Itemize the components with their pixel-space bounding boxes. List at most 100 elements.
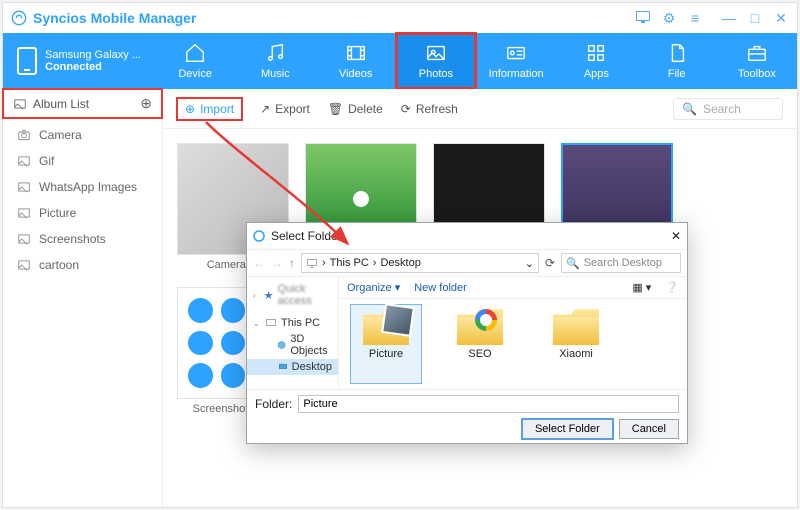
side-label: 3D Objects — [290, 333, 332, 357]
dialog-close-button[interactable]: ✕ — [671, 229, 681, 243]
side-label: Desktop — [292, 361, 332, 373]
refresh-icon: ⟳ — [401, 102, 411, 116]
search-input[interactable]: 🔍 Search — [673, 98, 783, 120]
device-name: Samsung Galaxy ... — [45, 49, 141, 61]
plus-circle-icon: ⊕ — [185, 102, 195, 116]
tab-file[interactable]: File — [637, 33, 717, 89]
tab-device[interactable]: Device — [155, 33, 235, 89]
sidebar-item-cartoon[interactable]: cartoon — [3, 252, 162, 278]
home-icon — [184, 42, 206, 64]
sidebar: Album List ⊕ Camera Gif WhatsApp Images … — [3, 89, 163, 507]
folder-item[interactable]: Xiaomi — [541, 307, 611, 381]
sidebar-item-picture[interactable]: Picture — [3, 200, 162, 226]
video-icon — [345, 42, 367, 64]
photo-icon — [425, 42, 447, 64]
sidebar-item-label: Camera — [39, 128, 82, 142]
grid-icon — [585, 42, 607, 64]
side-3d-objects[interactable]: 3D Objects — [247, 331, 338, 359]
breadcrumb[interactable]: Desktop — [380, 257, 420, 269]
this-pc[interactable]: ⌄This PC — [247, 315, 338, 331]
folder-list: Picture SEO Xiaomi — [339, 299, 687, 389]
back-button[interactable]: ← — [253, 256, 265, 270]
cube-icon — [277, 339, 286, 351]
folder-icon — [553, 307, 599, 345]
folder-name-input[interactable] — [298, 395, 679, 413]
up-button[interactable]: ↑ — [289, 256, 295, 270]
trash-icon: 🗑 — [328, 102, 343, 116]
export-button[interactable]: ↗Export — [260, 102, 310, 116]
app-title: Syncios Mobile Manager — [11, 10, 196, 26]
view-button[interactable]: ▦ ▾ — [632, 281, 651, 294]
pc-icon — [306, 257, 318, 269]
sidebar-item-label: Gif — [39, 154, 54, 168]
close-button[interactable]: ✕ — [773, 10, 789, 27]
sidebar-item-camera[interactable]: Camera — [3, 122, 162, 148]
refresh-button[interactable]: ⟳ — [545, 256, 555, 270]
minimize-button[interactable]: — — [721, 10, 737, 27]
sidebar-item-label: WhatsApp Images — [39, 180, 137, 194]
folder-icon — [363, 307, 409, 345]
title-bar: Syncios Mobile Manager ⚙ ≡ — □ ✕ — [3, 3, 797, 33]
sidebar-item-label: Picture — [39, 206, 76, 220]
breadcrumb[interactable]: This PC — [330, 257, 369, 269]
maximize-button[interactable]: □ — [747, 10, 763, 27]
side-desktop[interactable]: Desktop — [247, 359, 338, 375]
dialog-title-bar: Select Folder ✕ — [247, 223, 687, 249]
dialog-search[interactable]: 🔍 Search Desktop — [561, 253, 681, 273]
device-status[interactable]: Samsung Galaxy ... Connected — [3, 33, 155, 89]
settings-icon[interactable]: ⚙ — [661, 10, 677, 27]
address-bar[interactable]: › This PC › Desktop ⌄ — [301, 253, 539, 273]
tab-label: Device — [178, 68, 212, 80]
tab-photos[interactable]: Photos — [396, 33, 476, 89]
sidebar-title[interactable]: Album List ⊕ — [3, 89, 162, 118]
music-icon — [264, 42, 286, 64]
chevron-down-icon[interactable]: ⌄ — [525, 257, 534, 270]
menu-icon[interactable]: ≡ — [687, 10, 703, 26]
sidebar-item-gif[interactable]: Gif — [3, 148, 162, 174]
image-icon — [17, 232, 31, 246]
sidebar-item-whatsapp[interactable]: WhatsApp Images — [3, 174, 162, 200]
folder-item[interactable]: Picture — [351, 305, 421, 383]
help-button[interactable]: ❔ — [665, 281, 679, 294]
delete-button[interactable]: 🗑 Delete — [328, 102, 383, 116]
window-controls: ⚙ ≡ — □ ✕ — [635, 10, 789, 27]
forward-button[interactable]: → — [271, 256, 283, 270]
organize-button[interactable]: Organize ▾ — [347, 281, 400, 294]
add-album-button[interactable]: ⊕ — [140, 95, 152, 112]
album-icon — [13, 97, 27, 111]
refresh-button[interactable]: ⟳ Refresh — [401, 102, 458, 116]
tab-toolbox[interactable]: Toolbox — [717, 33, 797, 89]
select-folder-dialog: Select Folder ✕ ← → ↑ › This PC › Deskto… — [246, 222, 688, 444]
app-title-text: Syncios Mobile Manager — [33, 10, 196, 26]
select-folder-button[interactable]: Select Folder — [522, 419, 613, 439]
cancel-button[interactable]: Cancel — [619, 419, 679, 439]
quick-access[interactable]: ›★Quick access — [247, 281, 338, 309]
toolbar-label: Refresh — [416, 102, 458, 116]
device-state: Connected — [45, 61, 141, 73]
export-icon: ↗ — [260, 102, 270, 116]
toolbar-label: Delete — [348, 102, 383, 116]
folder-name: Picture — [369, 348, 403, 360]
sidebar-item-label: Screenshots — [39, 232, 106, 246]
card-icon — [505, 42, 527, 64]
folder-item[interactable]: SEO — [445, 307, 515, 381]
toolbar-label: Import — [200, 102, 234, 116]
tab-music[interactable]: Music — [235, 33, 315, 89]
sidebar-item-screenshots[interactable]: Screenshots — [3, 226, 162, 252]
dialog-main: Organize ▾ New folder ▦ ▾ ❔ Picture SEO … — [339, 277, 687, 389]
tab-label: Videos — [339, 68, 372, 80]
tab-label: Information — [489, 68, 544, 80]
folder-name: SEO — [468, 348, 491, 360]
tab-label: Apps — [584, 68, 609, 80]
tab-label: Music — [261, 68, 290, 80]
screen-icon[interactable] — [635, 10, 651, 26]
search-icon: 🔍 — [682, 102, 697, 116]
image-icon — [17, 206, 31, 220]
tab-information[interactable]: Information — [476, 33, 556, 89]
tab-videos[interactable]: Videos — [316, 33, 396, 89]
new-folder-button[interactable]: New folder — [414, 282, 467, 294]
tab-apps[interactable]: Apps — [556, 33, 636, 89]
dialog-sidebar: ›★Quick access ⌄This PC 3D Objects Deskt… — [247, 277, 339, 389]
import-button[interactable]: ⊕ Import — [177, 98, 242, 120]
dialog-toolbar: Organize ▾ New folder ▦ ▾ ❔ — [339, 277, 687, 299]
